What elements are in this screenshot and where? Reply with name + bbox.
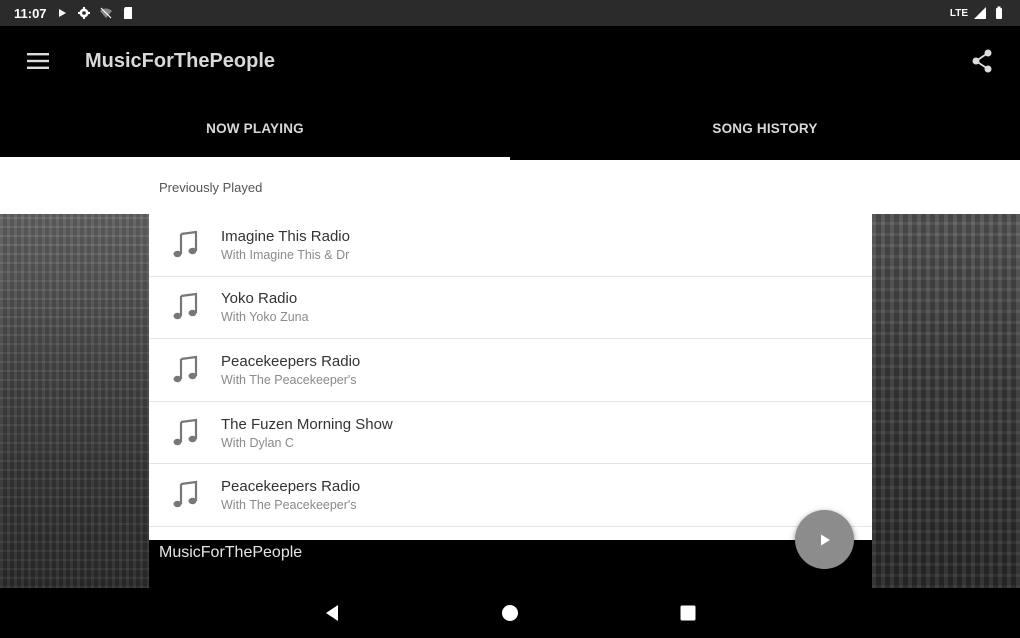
background-image-right (872, 214, 1020, 588)
music-note-icon (173, 480, 198, 508)
list-item[interactable]: The Fuzen Morning Show With Dylan C (149, 402, 872, 465)
item-subtitle: With The Peacekeeper's (221, 372, 357, 387)
share-button[interactable] (962, 41, 1002, 81)
list-item[interactable]: Peacekeepers Radio With The Peacekeeper'… (149, 464, 872, 527)
battery-icon (996, 6, 1002, 19)
back-triangle-icon (326, 605, 338, 621)
section-header: Previously Played (159, 179, 263, 195)
tab-now-playing[interactable]: NOW PLAYING (0, 96, 510, 160)
hamburger-menu-icon (27, 53, 49, 69)
item-subtitle: With Dylan C (221, 435, 294, 450)
status-time: 11:07 (14, 5, 47, 21)
tab-bar: NOW PLAYING SONG HISTORY (0, 96, 1020, 160)
list-item[interactable]: Imagine This Radio With Imagine This & D… (149, 214, 872, 277)
music-note-icon (173, 355, 198, 383)
app-bar: MusicForThePeople (0, 26, 1020, 96)
tab-song-history[interactable]: SONG HISTORY (510, 96, 1020, 160)
home-button[interactable] (495, 598, 525, 628)
item-subtitle: With Imagine This & Dr (221, 247, 350, 262)
item-title: Peacekeepers Radio (221, 478, 361, 496)
signal-icon (974, 7, 986, 19)
network-type: LTE (949, 7, 968, 19)
recents-button[interactable] (673, 598, 703, 628)
music-note-icon (173, 293, 198, 320)
tab-song-history-label: SONG HISTORY (712, 120, 818, 136)
item-title: Imagine This Radio (221, 227, 350, 245)
wifi-off-icon (99, 7, 112, 19)
music-note-icon (173, 230, 198, 257)
status-bar: 11:07 LTE (0, 0, 1020, 26)
list-item[interactable]: Yoko Radio With Yoko Zuna (149, 277, 872, 340)
tab-now-playing-label: NOW PLAYING (206, 120, 304, 136)
settings-icon (77, 7, 90, 19)
back-button[interactable] (317, 598, 347, 628)
content-area: Previously Played Imagine This Radio Wit… (0, 160, 1020, 588)
history-list[interactable]: Imagine This Radio With Imagine This & D… (149, 214, 872, 540)
item-title: Yoko Radio (221, 290, 298, 308)
item-title: The Fuzen Morning Show (221, 415, 393, 433)
play-icon (58, 9, 66, 17)
list-item[interactable]: Peacekeepers Radio With The Peacekeeper'… (149, 339, 872, 402)
play-icon (820, 534, 830, 545)
item-title: Peacekeepers Radio (221, 352, 361, 370)
item-subtitle: With The Peacekeeper's (221, 498, 357, 513)
app-title: MusicForThePeople (85, 49, 276, 72)
sd-card-icon (123, 7, 132, 19)
station-name-label: MusicForThePeople (149, 540, 872, 588)
share-icon (972, 49, 992, 73)
play-button[interactable] (795, 510, 854, 569)
system-nav-bar (0, 588, 1020, 638)
music-note-icon (173, 418, 198, 445)
recents-square-icon (680, 605, 696, 621)
home-circle-icon (502, 605, 518, 621)
background-image-left (0, 214, 149, 588)
item-subtitle: With Yoko Zuna (221, 310, 309, 325)
menu-button[interactable] (18, 41, 58, 81)
